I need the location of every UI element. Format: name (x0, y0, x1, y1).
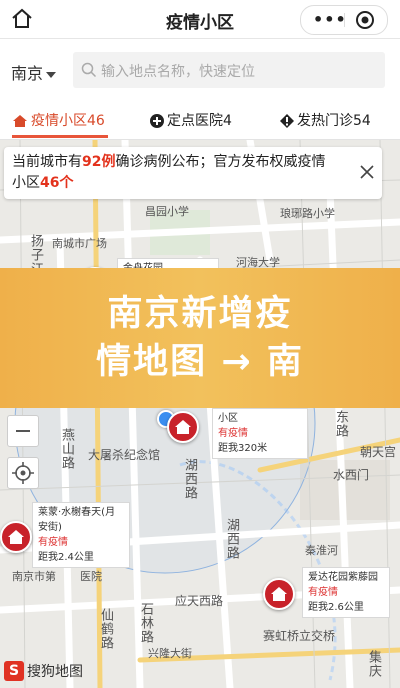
mini-program-capsule: ••• (300, 5, 388, 35)
epidemic-status: 有疫情 (218, 428, 248, 439)
map-label: 兴隆大街 (148, 647, 192, 660)
distance: 距我2.6公里 (308, 602, 364, 613)
chevron-down-icon (46, 71, 57, 78)
search-icon (81, 62, 97, 78)
community-name-cont: 安街) (38, 522, 62, 533)
map-label: 水西门 (333, 468, 370, 482)
notice-text-part: 确诊病例公布；官方发布权威疫情 (115, 154, 326, 170)
tab-label: 定点医院4 (167, 113, 232, 129)
map-label: 东路 (333, 410, 348, 438)
top-bar: 疫情小区 ••• (0, 0, 400, 39)
map-label: 南城市广场 (52, 237, 107, 250)
tab-designated-hospitals[interactable]: 定点医院4 (150, 110, 232, 132)
sogou-map-logo: S 搜狗地图 (4, 660, 83, 681)
crosshair-icon (12, 462, 34, 484)
distance: 距我2.4公里 (38, 552, 94, 563)
community-card[interactable]: 爱达花园紫藤园 有疫情 距我2.6公里 (302, 567, 390, 618)
community-name: 小区 (218, 413, 238, 424)
epidemic-community-pin[interactable] (263, 578, 295, 610)
community-name: 爱达花园紫藤园 (308, 572, 378, 583)
notice-text-part: 小区 (12, 175, 40, 191)
map-label: 燕山路 (59, 428, 74, 470)
epidemic-community-pin[interactable] (0, 521, 32, 553)
notice-text: 当前城市有92例确诊病例公布；官方发布权威疫情 小区46个 (12, 152, 352, 194)
search-row: 南京 输入地点名称，快速定位 (0, 39, 400, 99)
community-name: 莱蒙·水榭春天(月 (38, 507, 116, 518)
map-label: 赛虹桥立交桥 (263, 629, 336, 643)
map-label: 湖西路 (182, 458, 197, 500)
community-card[interactable]: 小区 有疫情 距我320米 (212, 408, 308, 459)
city-name: 南京 (11, 64, 44, 83)
headline-banner: 南京新增疫 情地图 → 南 (0, 268, 400, 408)
tab-label: 发热门诊54 (297, 113, 371, 129)
capsule-divider (344, 13, 345, 27)
search-placeholder: 输入地点名称，快速定位 (101, 64, 255, 80)
map-label: 仙鹤路 (98, 608, 113, 650)
confirmed-count: 92例 (82, 154, 116, 170)
banner-line-2: 情地图 → 南 (96, 342, 304, 382)
active-tab-indicator (12, 135, 108, 138)
map-label: 秦淮河 (305, 544, 338, 557)
map-label: 集庆 (366, 650, 381, 678)
alert-diamond-icon (280, 114, 294, 132)
distance: 距我320米 (218, 443, 268, 454)
map-label: 南京市第 (12, 570, 56, 583)
map-label: 琅琊路小学 (280, 207, 335, 220)
epidemic-status: 有疫情 (308, 587, 338, 598)
map-label: 医院 (80, 570, 102, 583)
epidemic-status: 有疫情 (38, 537, 68, 548)
close-icon[interactable] (360, 164, 374, 179)
sogou-logo-icon: S (4, 660, 24, 681)
plus-circle-icon (150, 114, 164, 132)
map-label: 石林路 (138, 602, 153, 644)
category-tabs: 疫情小区46 定点医院4 发热门诊54 (0, 99, 400, 140)
community-card[interactable]: 莱蒙·水榭春天(月 安街) 有疫情 距我2.4公里 (32, 502, 130, 568)
epidemic-community-pin[interactable] (167, 411, 199, 443)
map-label: 应天西路 (175, 594, 224, 608)
map-label: 湖西路 (224, 518, 239, 560)
epidemic-notice: 当前城市有92例确诊病例公布；官方发布权威疫情 小区46个 (4, 147, 382, 199)
map-label: 大屠杀纪念馆 (88, 448, 161, 462)
tab-fever-clinics[interactable]: 发热门诊54 (280, 110, 371, 132)
locate-me-button[interactable] (7, 457, 39, 489)
tab-label: 疫情小区46 (31, 113, 105, 129)
community-count: 46个 (40, 175, 74, 191)
house-icon (12, 114, 28, 132)
more-icon[interactable]: ••• (313, 10, 347, 29)
notice-text-part: 当前城市有 (12, 154, 82, 170)
map-label: 昌园小学 (145, 205, 189, 218)
zoom-out-button[interactable] (7, 415, 39, 447)
map-label: 朝天宫 (360, 445, 397, 459)
city-selector[interactable]: 南京 (11, 60, 57, 84)
banner-line-1: 南京新增疫 (107, 294, 293, 334)
tab-epidemic-communities[interactable]: 疫情小区46 (12, 110, 105, 132)
close-target-icon[interactable] (355, 10, 375, 30)
search-input[interactable]: 输入地点名称，快速定位 (73, 52, 385, 88)
logo-text: 搜狗地图 (27, 663, 83, 680)
